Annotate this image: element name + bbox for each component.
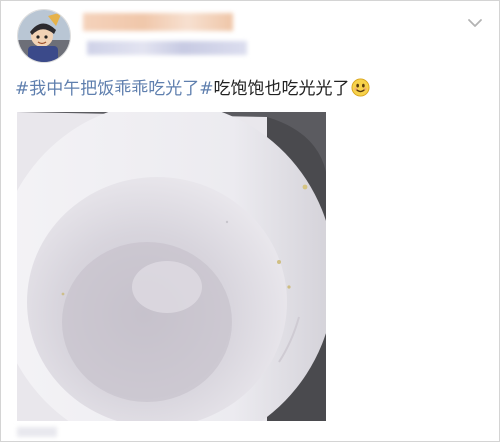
post-photo[interactable]	[17, 112, 326, 421]
avatar[interactable]	[17, 9, 71, 63]
username-blurred[interactable]	[83, 13, 233, 31]
empty-bowl-photo	[17, 112, 326, 421]
smile-emoji-icon	[350, 78, 370, 97]
footer-blurred	[17, 427, 57, 437]
weibo-post-card: #我中午把饭乖乖吃光了#吃饱饱也吃光光了	[0, 0, 500, 442]
post-text: #我中午把饭乖乖吃光了#吃饱饱也吃光光了	[15, 77, 370, 101]
avatar-illustration	[18, 10, 70, 62]
post-body-text: 吃饱饱也吃光光了	[213, 79, 350, 99]
hashtag-link[interactable]: #我中午把饭乖乖吃光了#	[15, 79, 214, 99]
post-meta-blurred	[87, 41, 247, 55]
chevron-down-icon[interactable]	[467, 17, 483, 29]
